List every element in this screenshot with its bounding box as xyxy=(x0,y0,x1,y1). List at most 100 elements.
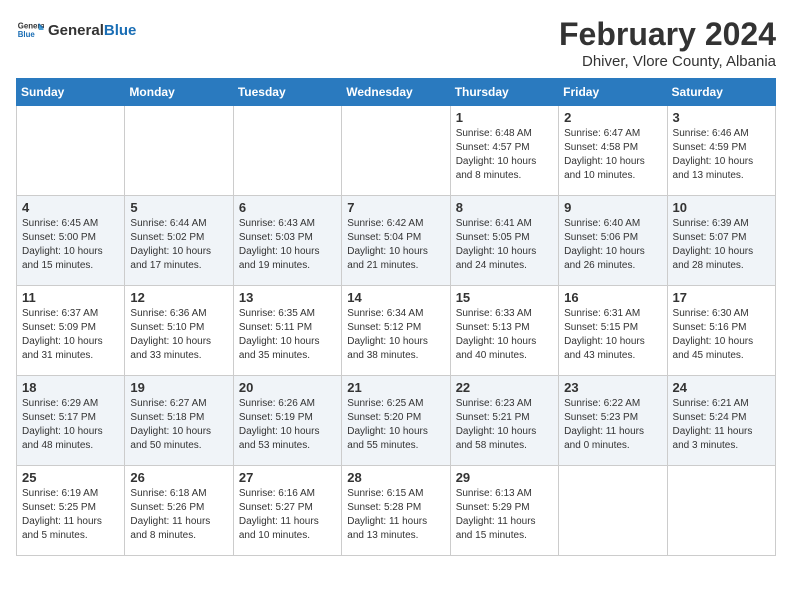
date-number: 8 xyxy=(456,200,553,215)
calendar-cell: 7 Sunrise: 6:42 AM Sunset: 5:04 PM Daylig… xyxy=(342,196,450,286)
day-header-thursday: Thursday xyxy=(450,79,558,106)
svg-text:Blue: Blue xyxy=(18,30,36,39)
calendar-cell: 3Sunrise: 6:46 AM Sunset: 4:59 PM Daylig… xyxy=(667,106,775,196)
calendar-cell: 11 Sunrise: 6:37 AM Sunset: 5:09 PM Dayli… xyxy=(17,286,125,376)
calendar-cell: 2 Sunrise: 6:47 AM Sunset: 4:58 PM Daylig… xyxy=(559,106,667,196)
calendar-cell: 6 Sunrise: 6:43 AM Sunset: 5:03 PM Daylig… xyxy=(233,196,341,286)
calendar-cell: 24 Sunrise: 6:21 AM Sunset: 5:24 PM Dayli… xyxy=(667,376,775,466)
calendar-cell xyxy=(342,106,450,196)
date-number: 5 xyxy=(130,200,227,215)
cell-info: Sunrise: 6:23 AM Sunset: 5:21 PM Dayligh… xyxy=(456,397,553,453)
date-number: 27 xyxy=(239,470,336,485)
header-row: SundayMondayTuesdayWednesdayThursdayFrid… xyxy=(17,79,776,106)
cell-info: Sunrise: 6:43 AM Sunset: 5:03 PM Dayligh… xyxy=(239,217,336,273)
cell-info: Sunrise: 6:41 AM Sunset: 5:05 PM Dayligh… xyxy=(456,217,553,273)
cell-info: Sunrise: 6:36 AM Sunset: 5:10 PM Dayligh… xyxy=(130,307,227,363)
calendar-cell: 4 Sunrise: 6:45 AM Sunset: 5:00 PM Daylig… xyxy=(17,196,125,286)
calendar-cell: 15 Sunrise: 6:33 AM Sunset: 5:13 PM Dayli… xyxy=(450,286,558,376)
calendar-cell: 27 Sunrise: 6:16 AM Sunset: 5:27 PM Dayli… xyxy=(233,466,341,556)
date-number: 17 xyxy=(673,290,770,305)
week-row-1: 1 Sunrise: 6:48 AM Sunset: 4:57 PM Daylig… xyxy=(17,106,776,196)
date-number: 20 xyxy=(239,380,336,395)
date-number: 6 xyxy=(239,200,336,215)
cell-info: Sunrise: 6:35 AM Sunset: 5:11 PM Dayligh… xyxy=(239,307,336,363)
calendar-cell xyxy=(233,106,341,196)
page-subtitle: Dhiver, Vlore County, Albania xyxy=(559,53,776,70)
day-header-wednesday: Wednesday xyxy=(342,79,450,106)
cell-info: Sunrise: 6:42 AM Sunset: 5:04 PM Dayligh… xyxy=(347,217,444,273)
calendar-cell xyxy=(667,466,775,556)
date-number: 28 xyxy=(347,470,444,485)
calendar-cell: 14 Sunrise: 6:34 AM Sunset: 5:12 PM Dayli… xyxy=(342,286,450,376)
day-header-friday: Friday xyxy=(559,79,667,106)
calendar-cell: 5 Sunrise: 6:44 AM Sunset: 5:02 PM Daylig… xyxy=(125,196,233,286)
date-number: 2 xyxy=(564,110,661,125)
calendar-cell: 21Sunrise: 6:25 AM Sunset: 5:20 PM Dayli… xyxy=(342,376,450,466)
date-number: 13 xyxy=(239,290,336,305)
cell-info: Sunrise: 6:33 AM Sunset: 5:13 PM Dayligh… xyxy=(456,307,553,363)
date-number: 14 xyxy=(347,290,444,305)
cell-info: Sunrise: 6:22 AM Sunset: 5:23 PM Dayligh… xyxy=(564,397,661,453)
calendar-cell xyxy=(559,466,667,556)
calendar-cell: 20Sunrise: 6:26 AM Sunset: 5:19 PM Dayli… xyxy=(233,376,341,466)
day-header-sunday: Sunday xyxy=(17,79,125,106)
date-number: 7 xyxy=(347,200,444,215)
calendar-cell: 13 Sunrise: 6:35 AM Sunset: 5:11 PM Dayli… xyxy=(233,286,341,376)
date-number: 4 xyxy=(22,200,119,215)
cell-info: Sunrise: 6:34 AM Sunset: 5:12 PM Dayligh… xyxy=(347,307,444,363)
date-number: 22 xyxy=(456,380,553,395)
date-number: 24 xyxy=(673,380,770,395)
date-number: 16 xyxy=(564,290,661,305)
date-number: 19 xyxy=(130,380,227,395)
date-number: 10 xyxy=(673,200,770,215)
cell-info: Sunrise: 6:48 AM Sunset: 4:57 PM Dayligh… xyxy=(456,127,553,183)
calendar-cell: 18 Sunrise: 6:29 AM Sunset: 5:17 PM Dayli… xyxy=(17,376,125,466)
cell-info: Sunrise: 6:39 AM Sunset: 5:07 PM Dayligh… xyxy=(673,217,770,273)
date-number: 9 xyxy=(564,200,661,215)
calendar-cell: 10 Sunrise: 6:39 AM Sunset: 5:07 PM Dayli… xyxy=(667,196,775,286)
calendar-cell: 23Sunrise: 6:22 AM Sunset: 5:23 PM Dayli… xyxy=(559,376,667,466)
date-number: 18 xyxy=(22,380,119,395)
cell-info: Sunrise: 6:21 AM Sunset: 5:24 PM Dayligh… xyxy=(673,397,770,453)
day-header-monday: Monday xyxy=(125,79,233,106)
date-number: 12 xyxy=(130,290,227,305)
cell-info: Sunrise: 6:16 AM Sunset: 5:27 PM Dayligh… xyxy=(239,487,336,543)
day-header-saturday: Saturday xyxy=(667,79,775,106)
cell-info: Sunrise: 6:44 AM Sunset: 5:02 PM Dayligh… xyxy=(130,217,227,273)
cell-info: Sunrise: 6:37 AM Sunset: 5:09 PM Dayligh… xyxy=(22,307,119,363)
logo-general-text: General xyxy=(48,22,104,39)
logo: General Blue General Blue xyxy=(16,16,136,44)
calendar-cell: 25Sunrise: 6:19 AM Sunset: 5:25 PM Dayli… xyxy=(17,466,125,556)
cell-info: Sunrise: 6:31 AM Sunset: 5:15 PM Dayligh… xyxy=(564,307,661,363)
cell-info: Sunrise: 6:18 AM Sunset: 5:26 PM Dayligh… xyxy=(130,487,227,543)
cell-info: Sunrise: 6:47 AM Sunset: 4:58 PM Dayligh… xyxy=(564,127,661,183)
date-number: 15 xyxy=(456,290,553,305)
calendar-cell: 17Sunrise: 6:30 AM Sunset: 5:16 PM Dayli… xyxy=(667,286,775,376)
date-number: 29 xyxy=(456,470,553,485)
cell-info: Sunrise: 6:45 AM Sunset: 5:00 PM Dayligh… xyxy=(22,217,119,273)
logo-icon: General Blue xyxy=(16,16,44,44)
page-header: General Blue General Blue February 2024 D… xyxy=(16,16,776,70)
calendar-cell: 8 Sunrise: 6:41 AM Sunset: 5:05 PM Daylig… xyxy=(450,196,558,286)
calendar-cell: 9 Sunrise: 6:40 AM Sunset: 5:06 PM Daylig… xyxy=(559,196,667,286)
calendar-table: SundayMondayTuesdayWednesdayThursdayFrid… xyxy=(16,78,776,556)
cell-info: Sunrise: 6:29 AM Sunset: 5:17 PM Dayligh… xyxy=(22,397,119,453)
calendar-cell: 1 Sunrise: 6:48 AM Sunset: 4:57 PM Daylig… xyxy=(450,106,558,196)
date-number: 1 xyxy=(456,110,553,125)
calendar-cell: 12 Sunrise: 6:36 AM Sunset: 5:10 PM Dayli… xyxy=(125,286,233,376)
cell-info: Sunrise: 6:15 AM Sunset: 5:28 PM Dayligh… xyxy=(347,487,444,543)
calendar-cell xyxy=(125,106,233,196)
cell-info: Sunrise: 6:40 AM Sunset: 5:06 PM Dayligh… xyxy=(564,217,661,273)
cell-info: Sunrise: 6:13 AM Sunset: 5:29 PM Dayligh… xyxy=(456,487,553,543)
calendar-cell: 19Sunrise: 6:27 AM Sunset: 5:18 PM Dayli… xyxy=(125,376,233,466)
calendar-cell: 16 Sunrise: 6:31 AM Sunset: 5:15 PM Dayli… xyxy=(559,286,667,376)
cell-info: Sunrise: 6:46 AM Sunset: 4:59 PM Dayligh… xyxy=(673,127,770,183)
calendar-cell xyxy=(17,106,125,196)
week-row-4: 18 Sunrise: 6:29 AM Sunset: 5:17 PM Dayli… xyxy=(17,376,776,466)
week-row-2: 4 Sunrise: 6:45 AM Sunset: 5:00 PM Daylig… xyxy=(17,196,776,286)
calendar-cell: 28 Sunrise: 6:15 AM Sunset: 5:28 PM Dayli… xyxy=(342,466,450,556)
cell-info: Sunrise: 6:25 AM Sunset: 5:20 PM Dayligh… xyxy=(347,397,444,453)
date-number: 11 xyxy=(22,290,119,305)
date-number: 25 xyxy=(22,470,119,485)
title-area: February 2024 Dhiver, Vlore County, Alba… xyxy=(559,16,776,70)
